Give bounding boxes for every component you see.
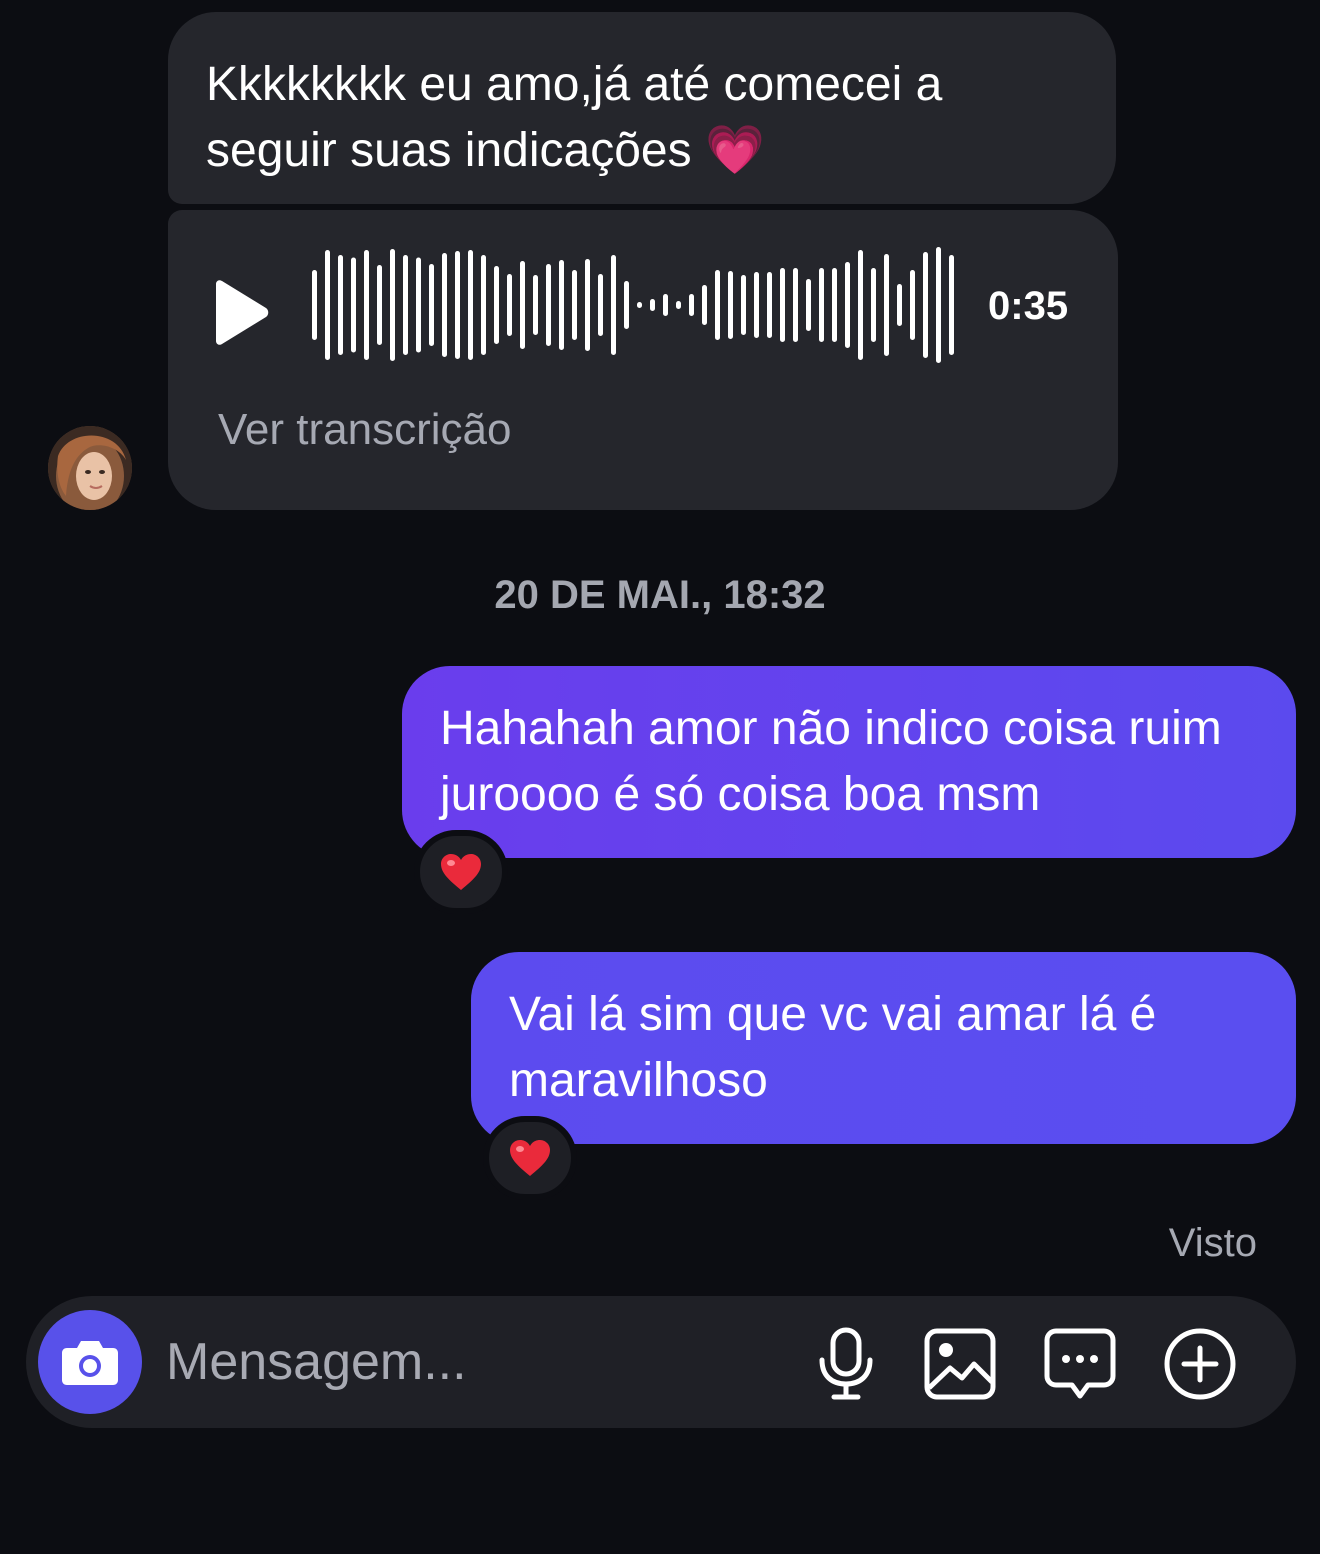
- chat-bubble-dots-icon[interactable]: [1042, 1326, 1118, 1402]
- waveform-bar: [338, 255, 343, 355]
- waveform-bar: [715, 270, 720, 340]
- waveform-bar: [507, 274, 512, 336]
- outgoing-message[interactable]: Hahahah amor não indico coisa ruim juroo…: [402, 666, 1296, 858]
- waveform-bar: [624, 281, 629, 329]
- camera-icon: [62, 1341, 118, 1385]
- message-composer: [26, 1296, 1296, 1428]
- image-icon[interactable]: [922, 1326, 998, 1402]
- waveform-bar: [403, 255, 408, 355]
- waveform-bar: [806, 279, 811, 331]
- waveform-bar: [520, 261, 525, 349]
- camera-button[interactable]: [38, 1310, 142, 1414]
- waveform-bar: [767, 272, 772, 338]
- waveform-bar: [364, 250, 369, 360]
- outgoing-message-text: Vai lá sim que vc vai amar lá é maravilh…: [509, 988, 1157, 1107]
- waveform-bar: [832, 268, 837, 342]
- waveform-bar: [442, 253, 447, 357]
- date-separator: 20 DE MAI., 18:32: [494, 573, 826, 617]
- waveform-bar: [494, 266, 499, 344]
- message-input[interactable]: [166, 1326, 766, 1398]
- heart-icon: [441, 854, 481, 890]
- waveform-bar: [884, 254, 889, 356]
- waveform-bar: [923, 252, 928, 358]
- waveform-bar: [910, 270, 915, 340]
- incoming-message-text: Kkkkkkkk eu amo,já até comecei a seguir …: [206, 58, 943, 177]
- voice-message[interactable]: 0:35 Ver transcrição: [168, 210, 1118, 510]
- waveform-bar: [481, 255, 486, 355]
- avatar[interactable]: [48, 426, 132, 510]
- outgoing-message[interactable]: Vai lá sim que vc vai amar lá é maravilh…: [471, 952, 1296, 1144]
- waveform-bar: [819, 268, 824, 342]
- waveform-bar: [663, 294, 668, 316]
- microphone-icon[interactable]: [808, 1326, 884, 1402]
- plus-circle-icon[interactable]: [1162, 1326, 1238, 1402]
- seen-status: Visto: [1168, 1221, 1257, 1265]
- waveform-bar: [858, 250, 863, 360]
- waveform-bar: [936, 247, 941, 363]
- waveform-bar: [312, 270, 317, 340]
- heart-icon: [510, 1140, 550, 1176]
- waveform-bar: [741, 275, 746, 335]
- waveform-bar: [897, 284, 902, 326]
- waveform-bar: [468, 250, 473, 360]
- waveform-bar: [650, 299, 655, 311]
- incoming-message[interactable]: Kkkkkkkk eu amo,já até comecei a seguir …: [168, 12, 1116, 204]
- heart-reaction[interactable]: ❤️: [483, 1116, 577, 1200]
- waveform-bar: [689, 294, 694, 316]
- heart-reaction[interactable]: ❤️: [414, 830, 508, 914]
- audio-duration: 0:35: [988, 284, 1069, 328]
- waveform-bar: [416, 257, 421, 353]
- waveform-bar: [377, 265, 382, 345]
- waveform-bar: [585, 259, 590, 351]
- waveform-bar: [559, 260, 564, 350]
- waveform-bar: [871, 268, 876, 342]
- chat-screen: Kkkkkkkk eu amo,já até comecei a seguir …: [0, 0, 1320, 1554]
- waveform-bar: [676, 301, 681, 309]
- play-icon[interactable]: [210, 280, 270, 346]
- waveform-bar: [325, 250, 330, 360]
- waveform-bar: [390, 249, 395, 361]
- waveform-bar: [598, 274, 603, 336]
- audio-waveform[interactable]: [308, 210, 958, 410]
- waveform-bar: [351, 257, 356, 353]
- waveform-bar: [780, 268, 785, 342]
- view-transcript-link[interactable]: Ver transcrição: [218, 402, 511, 458]
- waveform-bar: [533, 275, 538, 335]
- outgoing-message-text: Hahahah amor não indico coisa ruim juroo…: [440, 702, 1222, 821]
- waveform-bar: [611, 255, 616, 355]
- waveform-bar: [949, 255, 954, 355]
- waveform-bar: [728, 271, 733, 339]
- waveform-bar: [429, 264, 434, 346]
- waveform-bar: [546, 264, 551, 346]
- waveform-bar: [793, 268, 798, 342]
- waveform-bar: [455, 251, 460, 359]
- waveform-bar: [637, 302, 642, 308]
- waveform-bar: [845, 262, 850, 348]
- waveform-bar: [754, 272, 759, 338]
- waveform-bar: [702, 285, 707, 325]
- waveform-bar: [572, 270, 577, 340]
- avatar-image: [48, 426, 132, 510]
